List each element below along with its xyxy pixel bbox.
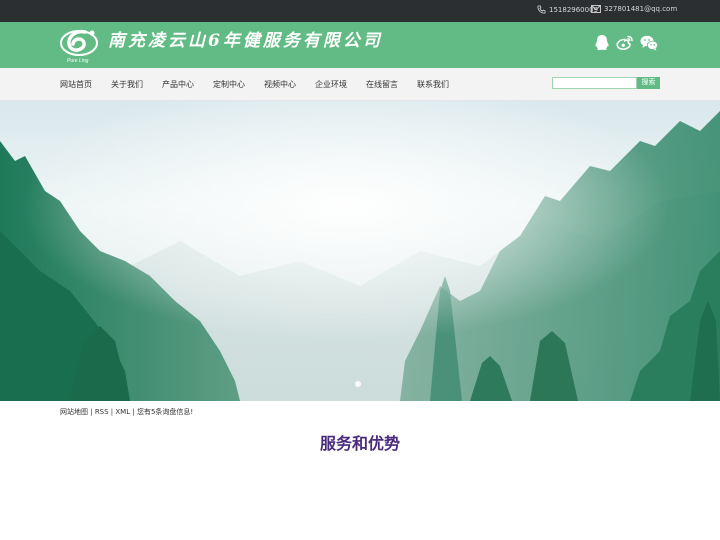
mail-icon — [591, 5, 601, 13]
sitemap-link[interactable]: 网站地图 — [60, 408, 88, 416]
nav-item-message[interactable]: 在线留言 — [366, 79, 398, 90]
nav-item-products[interactable]: 产品中心 — [162, 79, 194, 90]
phone-icon — [537, 5, 546, 14]
top-bar: 15182960009 327801481@qq.com — [0, 0, 720, 22]
nav-item-custom[interactable]: 定制中心 — [213, 79, 245, 90]
nav-item-video[interactable]: 视频中心 — [264, 79, 296, 90]
email-address: 327801481@qq.com — [604, 5, 678, 13]
search-box: 搜索 — [552, 77, 660, 89]
hero-banner — [0, 101, 720, 401]
search-input[interactable] — [552, 77, 637, 89]
inquiry-notice-link[interactable]: 您有5条询盘信息! — [137, 408, 193, 416]
qq-icon[interactable] — [592, 33, 612, 53]
svg-text:Pure Ling: Pure Ling — [67, 58, 89, 64]
xml-link[interactable]: XML — [115, 408, 130, 416]
misty-forest-image — [0, 101, 720, 401]
wechat-icon[interactable] — [639, 33, 659, 53]
nav-item-contact[interactable]: 联系我们 — [417, 79, 449, 90]
six-logo-icon[interactable]: Pure Ling — [59, 25, 101, 65]
nav-item-home[interactable]: 网站首页 — [60, 79, 92, 90]
slider-dot[interactable] — [355, 381, 361, 387]
link-separator: | — [88, 408, 95, 416]
section-title: 服务和优势 — [319, 434, 400, 453]
search-button[interactable]: 搜索 — [637, 77, 660, 89]
weibo-icon[interactable] — [615, 33, 635, 53]
nav-item-environment[interactable]: 企业环境 — [315, 79, 347, 90]
link-separator: | — [130, 408, 137, 416]
nav-item-about[interactable]: 关于我们 — [111, 79, 143, 90]
site-header: Pure Ling 南充凌云山6年健服务有限公司 — [0, 22, 720, 68]
phone-contact: 15182960009 — [537, 5, 598, 14]
rss-link[interactable]: RSS — [95, 408, 109, 416]
email-contact: 327801481@qq.com — [591, 5, 677, 13]
brand-name: 南充凌云山6年健服务有限公司 — [108, 31, 383, 51]
quick-links: 网站地图 | RSS | XML | 您有5条询盘信息! — [60, 407, 193, 417]
nav-menu: 网站首页 关于我们 产品中心 定制中心 视频中心 企业环境 在线留言 联系我们 — [60, 68, 468, 101]
main-nav: 网站首页 关于我们 产品中心 定制中心 视频中心 企业环境 在线留言 联系我们 … — [0, 68, 720, 101]
